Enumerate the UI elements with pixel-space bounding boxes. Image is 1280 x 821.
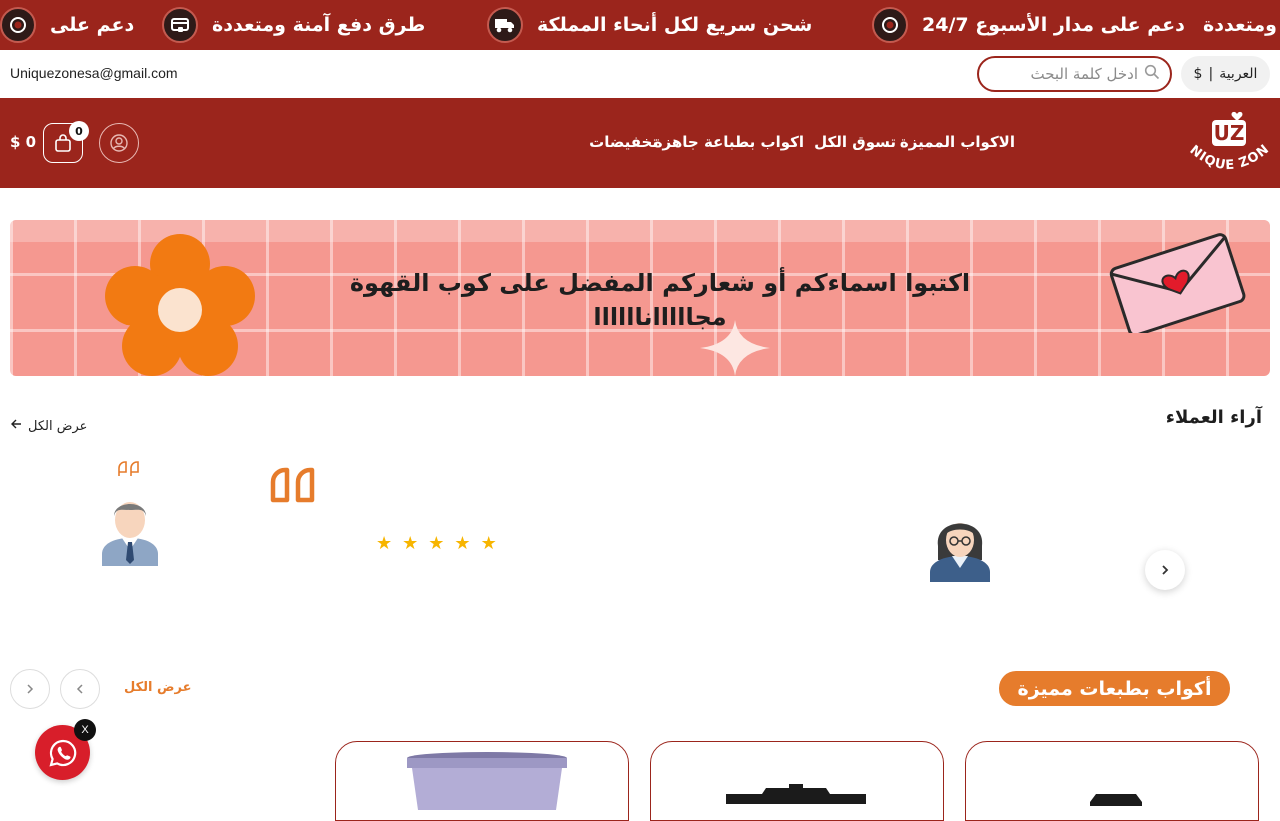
banner-line-1: اكتبوا اسماءكم أو شعاركم المفضل على كوب …: [349, 269, 971, 297]
envelope-decoration: [1109, 233, 1246, 333]
delivery-truck-icon: [487, 7, 523, 43]
coffee-cup-icon: [872, 7, 908, 43]
star-icon: ★: [454, 533, 471, 554]
reviews-view-all-link[interactable]: عرض الكل: [10, 418, 87, 434]
arrow-left-icon: [10, 418, 22, 434]
language-currency-selector[interactable]: $ | العربية: [1181, 56, 1270, 92]
search-placeholder: ادخل كلمة البحث: [1030, 65, 1138, 83]
user-icon: [110, 134, 128, 152]
female-avatar: [930, 523, 990, 582]
product-image: [1090, 794, 1142, 806]
ticker-text: دعم على: [50, 14, 135, 36]
reviews-title: آراء العملاء: [1165, 407, 1262, 428]
chevron-right-icon: [1162, 565, 1169, 575]
currency-label: $: [1193, 66, 1203, 82]
product-card[interactable]: [965, 741, 1259, 821]
ticker-text: ومتعددة: [1203, 14, 1277, 36]
nav-item-featured-mugs[interactable]: الاكواب المميزة: [900, 133, 1015, 151]
search-input[interactable]: ادخل كلمة البحث: [977, 56, 1172, 92]
banner-line-2: مجاااااناااااا: [593, 303, 727, 331]
featured-next-button[interactable]: [10, 669, 50, 709]
nav-item-discounts[interactable]: تخفيضات: [589, 133, 658, 151]
featured-prev-button[interactable]: [60, 669, 100, 709]
flower-decoration: [105, 234, 255, 376]
ticker-text: دعم على مدار الأسبوع 24/7: [922, 14, 1185, 36]
search-icon[interactable]: [1144, 64, 1160, 84]
close-icon[interactable]: X: [74, 719, 96, 741]
star-icon: ★: [428, 533, 445, 554]
ticker-item: شحن سريع لكل أنحاء المملكة: [487, 0, 812, 50]
site-logo[interactable]: UZ UNIQUE ZONE: [1176, 95, 1274, 182]
chevron-left-icon: [76, 684, 83, 694]
product-image: [407, 752, 567, 810]
secure-payment-icon: [162, 7, 198, 43]
nav-item-ready-print-mugs[interactable]: اكواب بطباعة جاهزة: [654, 133, 804, 151]
ticker-text: طرق دفع آمنة ومتعددة: [212, 14, 426, 36]
banner-headline: اكتبوا اسماءكم أو شعاركم المفضل على كوب …: [310, 266, 1010, 334]
cart-total: $ 0: [10, 133, 37, 151]
view-all-label: عرض الكل: [28, 418, 88, 434]
ticker-item: طرق دفع آمنة ومتعددة: [162, 0, 425, 50]
ticker-item: ومتعددة: [1203, 0, 1277, 50]
main-header: UZ UNIQUE ZONE الاكواب المميزة تسوق الكل…: [0, 95, 1280, 188]
featured-title: أكواب بطبعات مميزة: [999, 671, 1230, 706]
separator: |: [1208, 66, 1214, 82]
account-button[interactable]: [99, 123, 139, 163]
reviews-next-button[interactable]: [1145, 550, 1185, 590]
promo-banner[interactable]: اكتبوا اسماءكم أو شعاركم المفضل على كوب …: [10, 220, 1270, 376]
announcement-ticker: دعم على طرق دفع آمنة ومتعددة شحن سريع لك…: [0, 0, 1280, 50]
coffee-cup-icon: [0, 7, 36, 43]
review-rating: ★ ★ ★ ★ ★: [376, 535, 497, 553]
nav-item-shop-all[interactable]: تسوق الكل: [814, 133, 896, 151]
large-quote-icon: [270, 467, 315, 503]
product-card[interactable]: [335, 741, 629, 821]
utility-bar: Uniquezonesa@gmail.com ادخل كلمة البحث $…: [0, 50, 1280, 98]
whatsapp-icon: [48, 739, 76, 767]
star-icon: ★: [376, 533, 393, 554]
featured-view-all-link[interactable]: عرض الكل: [124, 680, 191, 695]
svg-text:UZ: UZ: [1214, 121, 1245, 145]
ticker-text: شحن سريع لكل أنحاء المملكة: [537, 14, 813, 36]
star-icon: ★: [480, 533, 497, 554]
cart-count-badge: 0: [69, 121, 89, 141]
ticker-item: دعم على مدار الأسبوع 24/7: [872, 0, 1185, 50]
quote-icon: [118, 461, 139, 476]
male-avatar: [102, 502, 158, 566]
star-icon: ★: [402, 533, 419, 554]
contact-email[interactable]: Uniquezonesa@gmail.com: [10, 65, 178, 81]
language-label: العربية: [1219, 66, 1258, 82]
product-image: [726, 784, 866, 804]
ticker-item: دعم على: [0, 0, 134, 50]
product-card[interactable]: [650, 741, 944, 821]
chevron-right-icon: [27, 684, 34, 694]
